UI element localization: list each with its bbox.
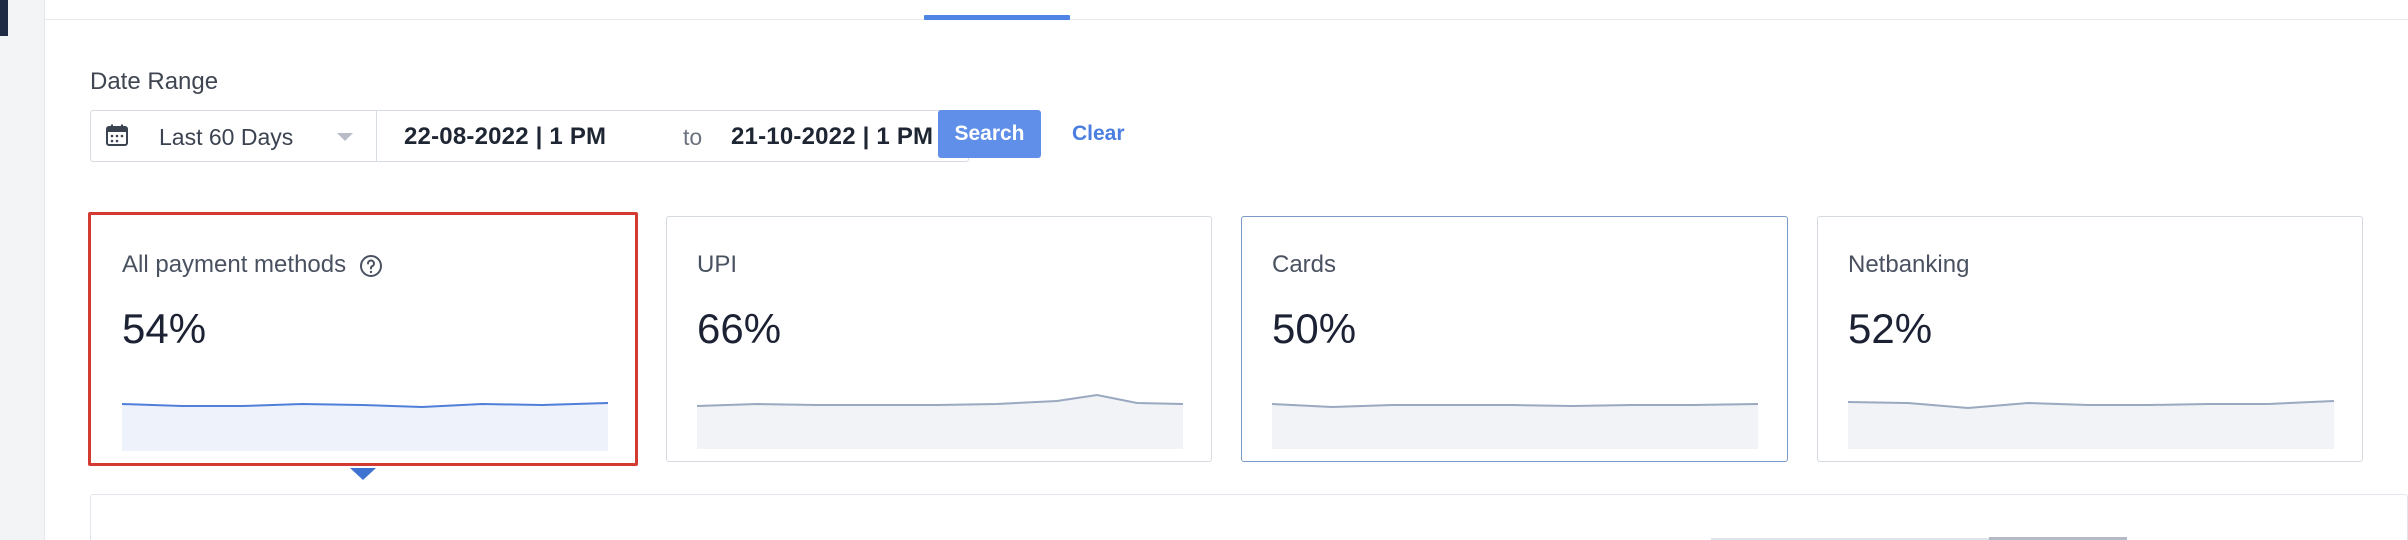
card-value: 52% [1848,305,1933,352]
to-separator: to [683,124,703,150]
metric-card-upi[interactable]: UPI 66% [666,216,1212,462]
calendar-icon [106,124,128,146]
left-rail [8,0,44,540]
clear-link[interactable]: Clear [1072,122,1125,146]
main-panel: Date Range Last 60 Days 22-08-2022 | 1 P [44,0,2408,540]
card-value: 54% [122,305,207,352]
card-title: Cards [1272,251,1337,278]
selected-card-pointer [350,468,376,480]
caret-down-icon [337,133,353,141]
from-date-field[interactable]: 22-08-2022 | 1 PM [404,123,606,151]
top-tab-strip [45,0,2408,20]
metric-card-all-payment-methods[interactable]: All payment methods 54% [88,212,638,466]
details-panel [90,494,2408,540]
date-range-label: Date Range [90,68,219,95]
card-value: 50% [1272,305,1357,352]
sparkline-chart [122,402,608,451]
card-value: 66% [697,305,782,352]
search-button[interactable]: Search [938,110,1041,158]
metric-card-cards[interactable]: Cards 50% [1241,216,1788,462]
metric-card-netbanking[interactable]: Netbanking 52% [1817,216,2363,462]
help-circle-icon[interactable] [359,254,383,278]
card-title: All payment methods [122,251,347,278]
card-title: UPI [697,251,738,278]
active-tab-indicator [924,15,1070,20]
date-range-select-value: Last 60 Days [159,124,294,150]
left-nav-accent [0,0,8,36]
sparkline-chart [697,393,1183,449]
card-title: Netbanking [1848,251,1970,278]
sparkline-chart [1848,400,2334,449]
sparkline-chart [1272,403,1758,449]
date-range-select[interactable]: Last 60 Days [91,111,377,161]
date-range-control: Last 60 Days 22-08-2022 | 1 PM to 21-10-… [90,110,969,162]
to-date-field[interactable]: 21-10-2022 | 1 PM [731,123,933,151]
